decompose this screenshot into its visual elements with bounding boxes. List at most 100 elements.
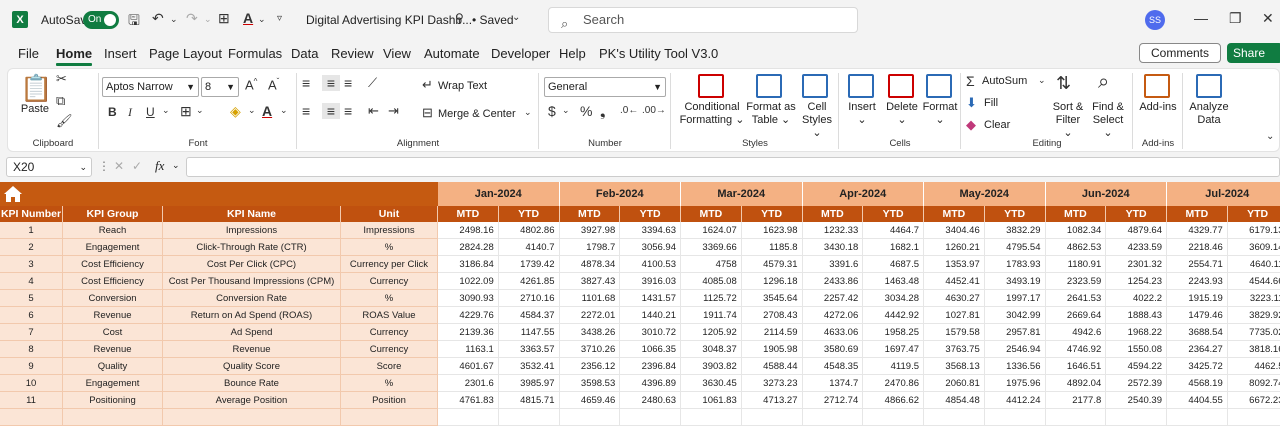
font-color-icon[interactable]: A bbox=[243, 10, 253, 26]
sub-header-mtd[interactable]: MTD bbox=[438, 206, 499, 222]
value-cell[interactable]: 2708.43 bbox=[741, 307, 803, 324]
kpi-unit-cell[interactable]: Impressions bbox=[341, 222, 438, 239]
value-cell[interactable]: 1624.07 bbox=[681, 222, 742, 239]
comments-button[interactable]: Comments bbox=[1139, 43, 1221, 63]
sub-header-mtd[interactable]: MTD bbox=[802, 206, 864, 222]
fill-color-icon[interactable]: ◈ bbox=[230, 103, 241, 120]
value-cell[interactable]: 2480.63 bbox=[620, 392, 681, 409]
kpi-name-cell[interactable]: Ad Spend bbox=[163, 324, 341, 341]
value-cell[interactable]: 1353.97 bbox=[924, 256, 985, 273]
value-cell[interactable]: 3568.13 bbox=[924, 358, 985, 375]
ribbon-collapse-icon[interactable]: ⌄ bbox=[1266, 131, 1274, 142]
kpi-name-cell[interactable]: Quality Score bbox=[163, 358, 341, 375]
orientation-icon[interactable]: ⟋ bbox=[368, 75, 377, 91]
kpi-num-cell[interactable]: 2 bbox=[0, 239, 63, 256]
empty-cell[interactable] bbox=[1106, 409, 1167, 426]
value-cell[interactable]: 4100.53 bbox=[620, 256, 681, 273]
value-cell[interactable]: 1027.81 bbox=[924, 307, 985, 324]
value-cell[interactable]: 4802.86 bbox=[498, 222, 560, 239]
value-cell[interactable]: 1682.1 bbox=[863, 239, 924, 256]
fill-icon[interactable]: ⬇ bbox=[966, 95, 977, 111]
share-button[interactable]: Share bbox=[1227, 43, 1280, 63]
value-cell[interactable]: 4713.27 bbox=[741, 392, 803, 409]
value-cell[interactable]: 2364.27 bbox=[1167, 341, 1228, 358]
value-cell[interactable]: 3532.41 bbox=[498, 358, 560, 375]
find-select-icon[interactable]: ⌕ bbox=[1098, 71, 1109, 94]
kpi-num-cell[interactable]: 6 bbox=[0, 307, 63, 324]
sub-header-ytd[interactable]: YTD bbox=[863, 206, 924, 222]
value-cell[interactable]: 4396.89 bbox=[620, 375, 681, 392]
document-title[interactable]: Digital Advertising KPI Dashb... bbox=[306, 13, 472, 27]
currency-icon[interactable]: $ bbox=[548, 103, 556, 119]
insert-function-icon[interactable]: fx bbox=[155, 158, 164, 174]
kpi-group-cell[interactable]: Revenue bbox=[63, 341, 163, 358]
cell-styles-icon[interactable] bbox=[802, 74, 828, 98]
value-cell[interactable]: 1061.83 bbox=[681, 392, 742, 409]
value-cell[interactable]: 2470.86 bbox=[863, 375, 924, 392]
column-header[interactable]: KPI Name bbox=[163, 206, 341, 222]
kpi-num-cell[interactable]: 11 bbox=[0, 392, 63, 409]
font-color-dropdown-icon[interactable]: ⌄ bbox=[258, 14, 266, 25]
value-cell[interactable]: 4815.71 bbox=[498, 392, 560, 409]
kpi-unit-cell[interactable]: Position bbox=[341, 392, 438, 409]
sub-header-mtd[interactable]: MTD bbox=[559, 206, 621, 222]
month-header[interactable]: Feb-2024 bbox=[559, 182, 681, 206]
empty-cell[interactable] bbox=[924, 409, 985, 426]
value-cell[interactable]: 4544.66 bbox=[1227, 273, 1280, 290]
delete-cells-icon[interactable] bbox=[888, 74, 914, 98]
value-cell[interactable]: 3818.16 bbox=[1227, 341, 1280, 358]
value-cell[interactable]: 3042.99 bbox=[984, 307, 1046, 324]
value-cell[interactable]: 2712.74 bbox=[802, 392, 864, 409]
value-cell[interactable]: 4404.55 bbox=[1167, 392, 1228, 409]
value-cell[interactable]: 3034.28 bbox=[863, 290, 924, 307]
value-cell[interactable]: 3710.26 bbox=[559, 341, 621, 358]
value-cell[interactable]: 1440.21 bbox=[620, 307, 681, 324]
conditional-formatting-button[interactable]: Conditional Formatting ⌄ bbox=[678, 101, 746, 127]
increase-font-icon[interactable]: A^ bbox=[245, 77, 257, 92]
kpi-group-cell[interactable]: Cost Efficiency bbox=[63, 256, 163, 273]
kpi-group-cell[interactable]: Quality bbox=[63, 358, 163, 375]
more-icon[interactable]: ⋮ bbox=[98, 159, 110, 173]
empty-cell[interactable] bbox=[341, 409, 438, 426]
empty-cell[interactable] bbox=[741, 409, 803, 426]
value-cell[interactable]: 2572.39 bbox=[1106, 375, 1167, 392]
value-cell[interactable]: 4761.83 bbox=[438, 392, 499, 409]
decrease-font-icon[interactable]: Aˇ bbox=[268, 77, 279, 92]
value-cell[interactable]: 4659.46 bbox=[559, 392, 621, 409]
value-cell[interactable]: 3630.45 bbox=[681, 375, 742, 392]
value-cell[interactable]: 1888.43 bbox=[1106, 307, 1167, 324]
value-cell[interactable]: 1147.55 bbox=[498, 324, 560, 341]
value-cell[interactable]: 1296.18 bbox=[741, 273, 803, 290]
value-cell[interactable]: 3394.63 bbox=[620, 222, 681, 239]
kpi-name-cell[interactable]: Average Position bbox=[163, 392, 341, 409]
column-header[interactable]: KPI Group bbox=[63, 206, 163, 222]
empty-cell[interactable] bbox=[802, 409, 864, 426]
value-cell[interactable]: 4746.92 bbox=[1045, 341, 1107, 358]
sub-header-ytd[interactable]: YTD bbox=[741, 206, 803, 222]
align-bottom-icon[interactable]: ≡ bbox=[344, 75, 352, 91]
merge-center-label[interactable]: Merge & Center bbox=[438, 108, 516, 121]
cell-styles-button[interactable]: Cell Styles ⌄ bbox=[796, 101, 838, 140]
value-cell[interactable]: 2669.64 bbox=[1045, 307, 1107, 324]
clear-icon[interactable]: ◆ bbox=[966, 117, 976, 133]
font-size-select[interactable]: 8 ▼ bbox=[201, 77, 239, 97]
value-cell[interactable]: 3273.23 bbox=[741, 375, 803, 392]
value-cell[interactable]: 2356.12 bbox=[559, 358, 621, 375]
value-cell[interactable]: 6672.23 bbox=[1227, 392, 1280, 409]
value-cell[interactable]: 3048.37 bbox=[681, 341, 742, 358]
value-cell[interactable]: 4795.54 bbox=[984, 239, 1046, 256]
clear-label[interactable]: Clear bbox=[984, 119, 1010, 132]
value-cell[interactable]: 3598.53 bbox=[559, 375, 621, 392]
cancel-icon[interactable]: ✕ bbox=[114, 159, 124, 173]
value-cell[interactable]: 4601.67 bbox=[438, 358, 499, 375]
value-cell[interactable]: 3829.92 bbox=[1227, 307, 1280, 324]
outdent-icon[interactable]: ⇥ bbox=[388, 103, 399, 119]
kpi-unit-cell[interactable]: % bbox=[341, 239, 438, 256]
empty-cell[interactable] bbox=[0, 409, 63, 426]
tab-help[interactable]: Help bbox=[559, 46, 586, 61]
value-cell[interactable]: 3090.93 bbox=[438, 290, 499, 307]
wrap-text-label[interactable]: Wrap Text bbox=[438, 80, 487, 93]
analyze-data-icon[interactable] bbox=[1196, 74, 1222, 98]
value-cell[interactable]: 3927.98 bbox=[559, 222, 621, 239]
autosum-icon[interactable]: Σ bbox=[966, 73, 975, 89]
